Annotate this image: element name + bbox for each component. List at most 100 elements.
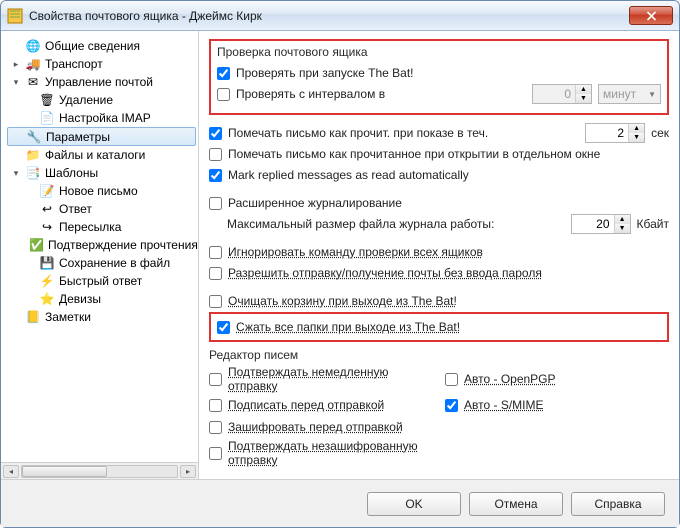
tree-item-label: Шаблоны xyxy=(45,166,98,180)
check-interval-label: Проверять с интервалом в xyxy=(236,87,385,101)
mark-read-after-input[interactable] xyxy=(586,124,628,142)
check-on-start-checkbox[interactable] xyxy=(217,67,230,80)
flash-icon: ⚡ xyxy=(39,273,55,289)
nav-panel: 🌐 Общие сведения 🚚Транспорт✉Управление поч… xyxy=(1,31,199,479)
compact-folders-checkbox[interactable] xyxy=(217,321,230,334)
spin-up-icon[interactable]: ▲ xyxy=(629,124,644,133)
tree-item[interactable]: 📁Файлы и каталоги xyxy=(7,146,196,164)
mark-read-on-open-label: Помечать письмо как прочитанное при откр… xyxy=(228,147,600,161)
tree-item[interactable]: 📒Заметки xyxy=(7,308,196,326)
ignore-check-cmd-checkbox[interactable] xyxy=(209,246,222,259)
max-log-unit: Кбайт xyxy=(637,217,669,231)
tree-item[interactable]: 🚚Транспорт xyxy=(7,55,196,73)
interval-spinbox[interactable]: ▲▼ xyxy=(532,84,592,104)
tree-item-label: Сохранение в файл xyxy=(59,256,170,270)
spin-down-icon[interactable]: ▼ xyxy=(629,133,644,142)
ok-button[interactable]: OK xyxy=(367,492,461,516)
spin-up-icon[interactable]: ▲ xyxy=(576,85,591,94)
expander-icon[interactable] xyxy=(11,77,21,88)
mark-read-on-open-checkbox[interactable] xyxy=(209,148,222,161)
tree-item-label: Быстрый ответ xyxy=(59,274,142,288)
forward-icon: ↪ xyxy=(39,219,55,235)
confirm-icon: ✅ xyxy=(29,237,44,253)
editor-title: Редактор писем xyxy=(209,348,669,362)
scroll-left-button[interactable]: ◂ xyxy=(3,465,19,478)
mark-replied-checkbox[interactable] xyxy=(209,169,222,182)
chevron-down-icon: ▼ xyxy=(648,90,656,99)
tree-item[interactable]: ✅ Подтверждение прочтения xyxy=(7,236,196,254)
window-title: Свойства почтового ящика - Джеймс Кирк xyxy=(29,9,262,23)
tree-item-label: Общие сведения xyxy=(45,39,140,53)
tree-item[interactable]: 📑Шаблоны xyxy=(7,164,196,182)
tree-hscrollbar[interactable]: ◂ ▸ xyxy=(1,462,198,479)
mark-read-after-checkbox[interactable] xyxy=(209,127,222,140)
expander-icon[interactable] xyxy=(11,59,21,70)
check-on-start-label: Проверять при запуске The Bat! xyxy=(236,66,414,80)
compact-folders-group: Сжать все папки при выходе из The Bat! xyxy=(209,312,669,342)
ext-logging-checkbox[interactable] xyxy=(209,197,222,210)
check-interval-checkbox[interactable] xyxy=(217,88,230,101)
expander-icon[interactable] xyxy=(11,168,21,179)
help-button[interactable]: Справка xyxy=(571,492,665,516)
note-icon: 📒 xyxy=(25,309,41,325)
cancel-button[interactable]: Отмена xyxy=(469,492,563,516)
tree-item[interactable]: ⚡ Быстрый ответ xyxy=(7,272,196,290)
tree-item[interactable]: ⭐ Девизы xyxy=(7,290,196,308)
tree-item-label: Управление почтой xyxy=(45,75,153,89)
confirm-immediate-label: Подтверждать немедленную отправку xyxy=(228,365,433,393)
mark-read-after-spinbox[interactable]: ▲▼ xyxy=(585,123,645,143)
tree-item[interactable]: ↪ Пересылка xyxy=(7,218,196,236)
scroll-track[interactable] xyxy=(21,465,178,478)
tree-item[interactable]: 📄Настройка IMAP xyxy=(7,109,196,127)
mark-read-after-unit: сек xyxy=(651,126,669,140)
save-icon: 💾 xyxy=(39,255,55,271)
tree-item-label: Пересылка xyxy=(59,220,121,234)
empty-trash-checkbox[interactable] xyxy=(209,295,222,308)
scroll-thumb[interactable] xyxy=(22,466,107,477)
spin-down-icon[interactable]: ▼ xyxy=(615,224,630,233)
scroll-right-button[interactable]: ▸ xyxy=(180,465,196,478)
auto-openpgp-checkbox[interactable] xyxy=(445,373,458,386)
auto-smime-checkbox[interactable] xyxy=(445,399,458,412)
tree-item[interactable]: 💾 Сохранение в файл xyxy=(7,254,196,272)
tree-item-label: Транспорт xyxy=(45,57,103,71)
tree-item[interactable]: 🗑 Удаление xyxy=(7,91,196,109)
tree-item[interactable]: 🌐 Общие сведения xyxy=(7,37,196,55)
check-mailbox-title: Проверка почтового ящика xyxy=(217,45,661,59)
tree-item-label: Параметры xyxy=(46,130,110,144)
tree-item-label: Ответ xyxy=(59,202,92,216)
max-log-input[interactable] xyxy=(572,215,614,233)
tree-item-label: Удаление xyxy=(59,93,113,107)
tree-item[interactable]: 📝Новое письмо xyxy=(7,182,196,200)
tree-item[interactable]: ✉Управление почтой xyxy=(7,73,196,91)
ext-logging-label: Расширенное журналирование xyxy=(228,196,402,210)
encrypt-before-label: Зашифровать перед отправкой xyxy=(228,420,403,434)
max-log-label: Максимальный размер файла журнала работы… xyxy=(227,217,494,231)
motto-icon: ⭐ xyxy=(39,291,55,307)
tree-item-label: Подтверждение прочтения xyxy=(48,238,198,252)
sign-before-checkbox[interactable] xyxy=(209,399,222,412)
tree-item[interactable]: ↩ Ответ xyxy=(7,200,196,218)
close-button[interactable] xyxy=(629,6,673,25)
allow-nopass-checkbox[interactable] xyxy=(209,267,222,280)
page-icon: 📄 xyxy=(39,110,55,126)
interval-unit-combobox[interactable]: минут ▼ xyxy=(598,84,661,104)
spin-up-icon[interactable]: ▲ xyxy=(615,215,630,224)
trash-icon: 🗑 xyxy=(39,92,55,108)
check-mailbox-group: Проверка почтового ящика Проверять при з… xyxy=(209,39,669,115)
nav-tree[interactable]: 🌐 Общие сведения 🚚Транспорт✉Управление поч… xyxy=(1,31,198,462)
allow-nopass-label: Разрешить отправку/получение почты без в… xyxy=(228,266,542,280)
encrypt-before-checkbox[interactable] xyxy=(209,421,222,434)
confirm-immediate-checkbox[interactable] xyxy=(209,373,222,386)
spin-down-icon[interactable]: ▼ xyxy=(576,94,591,103)
tree-item[interactable]: 🔧Параметры xyxy=(7,127,196,146)
interval-value-input[interactable] xyxy=(533,85,575,103)
ignore-check-cmd-label: Игнорировать команду проверки всех ящико… xyxy=(228,245,483,259)
reply-icon: ↩ xyxy=(39,201,55,217)
tree-item-label: Девизы xyxy=(59,292,101,306)
empty-trash-label: Очищать корзину при выходе из The Bat! xyxy=(228,294,457,308)
max-log-spinbox[interactable]: ▲▼ xyxy=(571,214,631,234)
confirm-unenc-checkbox[interactable] xyxy=(209,447,222,460)
world-icon: 🌐 xyxy=(25,38,41,54)
tree-item-label: Файлы и каталоги xyxy=(45,148,145,162)
